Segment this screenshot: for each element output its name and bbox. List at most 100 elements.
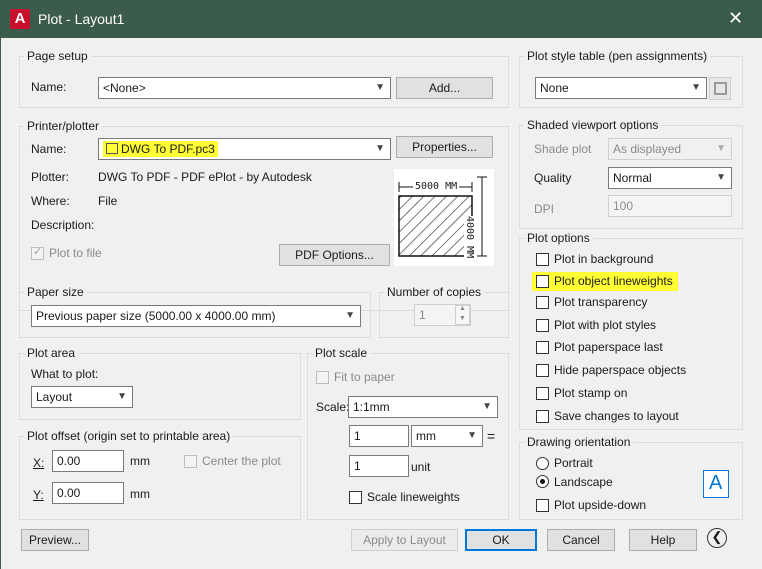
offset-x-input[interactable]: 0.00	[52, 450, 124, 472]
copies-spinner[interactable]: ▲ ▼	[455, 305, 470, 325]
portrait-radio[interactable]	[536, 457, 549, 470]
plotter-label: Plotter:	[31, 170, 70, 184]
checkbox-box	[536, 499, 549, 512]
apply-to-layout-button[interactable]: Apply to Layout	[351, 529, 458, 551]
pdf-options-button[interactable]: PDF Options...	[279, 244, 390, 266]
checkbox-box	[536, 341, 549, 354]
page-setup-name-label: Name:	[31, 80, 67, 94]
option-label: Plot object lineweights	[554, 274, 673, 288]
scale-value2-input[interactable]: 1	[349, 455, 409, 477]
copies-value: 1	[419, 308, 426, 322]
checkbox-box	[536, 387, 549, 400]
shade-plot-select[interactable]: As displayed ▼	[608, 138, 732, 160]
help-button[interactable]: Help	[629, 529, 697, 551]
printer-plotter-label: Printer/plotter	[24, 119, 103, 133]
landscape-label: Landscape	[554, 475, 613, 489]
chevron-down-icon: ▼	[467, 430, 477, 441]
scale-value1: 1	[354, 429, 361, 443]
offset-x-label: X:	[33, 456, 45, 470]
preview-button[interactable]: Preview...	[21, 529, 89, 551]
cancel-button[interactable]: Cancel	[547, 529, 615, 551]
chevron-down-icon: ▼	[375, 82, 385, 93]
drawing-orientation-label: Drawing orientation	[524, 435, 634, 449]
checkbox-box	[536, 253, 549, 266]
orientation-letter: A	[709, 472, 723, 494]
dpi-label: DPI	[534, 202, 555, 216]
portrait-label: Portrait	[554, 456, 593, 470]
close-icon[interactable]: ✕	[728, 8, 743, 29]
ok-button[interactable]: OK	[465, 529, 537, 551]
plot-style-label: Plot style table (pen assignments)	[524, 49, 711, 63]
paper-size-select[interactable]: Previous paper size (5000.00 x 4000.00 m…	[31, 305, 361, 327]
chevron-down-icon: ▼	[117, 391, 127, 402]
page-setup-name-select[interactable]: <None> ▼	[98, 77, 391, 99]
paper-size-label: Paper size	[24, 285, 87, 299]
scale-select[interactable]: 1:1mm ▼	[348, 396, 498, 418]
properties-button[interactable]: Properties...	[396, 136, 493, 158]
dpi-value: 100	[613, 199, 634, 213]
chevron-down-icon: ▼	[345, 310, 355, 321]
landscape-orientation-icon: A	[703, 470, 729, 498]
window-title: Plot - Layout1	[38, 11, 125, 27]
chevron-down-icon: ▼	[716, 143, 726, 154]
scale-label: Scale:	[316, 400, 350, 414]
dpi-input[interactable]: 100	[608, 195, 732, 217]
plot-style-editor-icon	[714, 82, 727, 95]
quality-select[interactable]: Normal ▼	[608, 167, 732, 189]
printer-name-select[interactable]: DWG To PDF.pc3 ▼	[98, 138, 391, 160]
center-plot-label: Center the plot	[202, 454, 281, 468]
option-label: Plot in background	[554, 252, 654, 266]
preview-height-label: 4000 MM	[464, 216, 475, 259]
option-label: Hide paperspace objects	[554, 363, 687, 377]
what-to-plot-label: What to plot:	[31, 367, 99, 381]
plot-style-select[interactable]: None ▼	[535, 77, 707, 99]
scale-value2: 1	[354, 459, 361, 473]
shade-plot-label: Shade plot	[534, 142, 592, 156]
plot-area-label: Plot area	[24, 346, 79, 360]
offset-y-unit: mm	[130, 487, 150, 501]
scale-lineweights-box	[349, 491, 362, 504]
spin-up-icon: ▲	[459, 305, 466, 312]
scale-unit-value: mm	[416, 429, 436, 443]
landscape-radio[interactable]	[536, 475, 549, 488]
fit-to-paper-box	[316, 371, 329, 384]
center-plot-box	[184, 455, 197, 468]
chevron-down-icon: ▼	[716, 172, 726, 183]
plot-dialog: Page setup Name: <None> ▼ Add... Printer…	[0, 38, 762, 569]
checkbox-box	[536, 364, 549, 377]
option-label: Plot paperspace last	[554, 340, 663, 354]
offset-y-input[interactable]: 0.00	[52, 482, 124, 504]
option-label: Plot with plot styles	[554, 318, 657, 332]
plot-scale-label: Plot scale	[312, 346, 371, 360]
option-label: Plot transparency	[554, 295, 648, 309]
plot-style-value: None	[540, 81, 569, 95]
radio-selected-dot	[540, 479, 545, 484]
edit-plot-style-button[interactable]	[709, 77, 731, 100]
printer-name-value-wrap: DWG To PDF.pc3	[103, 141, 218, 157]
collapse-arrow-icon[interactable]: ❮	[707, 528, 727, 548]
plot-to-file-label: Plot to file	[49, 246, 102, 260]
checkbox-box	[536, 275, 549, 288]
plot-options-group	[519, 238, 743, 430]
page-setup-name-value: <None>	[103, 81, 146, 95]
plot-to-file-box: ✓	[31, 246, 44, 260]
plotter-value: DWG To PDF - PDF ePlot - by Autodesk	[98, 170, 312, 184]
checkbox-box	[536, 319, 549, 332]
upside-down-label: Plot upside-down	[554, 498, 647, 512]
add-button[interactable]: Add...	[396, 77, 493, 99]
description-label: Description:	[31, 218, 95, 232]
plot-offset-group	[19, 436, 301, 520]
what-to-plot-select[interactable]: Layout ▼	[31, 386, 133, 408]
copies-label: Number of copies	[384, 285, 485, 299]
shade-plot-value: As displayed	[613, 142, 682, 156]
plot-options-label: Plot options	[524, 231, 593, 245]
scale-unit-select[interactable]: mm ▼	[411, 425, 483, 447]
chevron-down-icon: ▼	[691, 82, 701, 93]
autocad-app-icon: A	[10, 9, 30, 29]
chevron-down-icon: ▼	[375, 143, 385, 154]
where-label: Where:	[31, 194, 70, 208]
quality-value: Normal	[613, 171, 652, 185]
checkbox-box	[536, 296, 549, 309]
what-to-plot-value: Layout	[36, 390, 73, 404]
scale-value1-input[interactable]: 1	[349, 425, 409, 447]
